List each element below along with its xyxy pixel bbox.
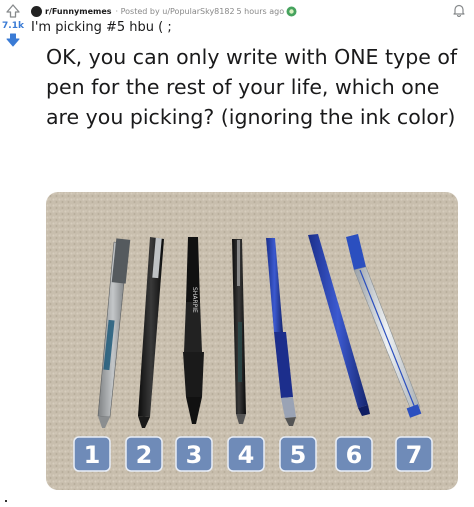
downvote-icon[interactable]: [6, 33, 20, 47]
vote-score: 7.1k: [2, 21, 24, 31]
svg-text:SHARPIE: SHARPIE: [191, 287, 198, 313]
vote-column: 7.1k: [0, 0, 26, 47]
award-icon: [286, 6, 297, 16]
pen-number-label: 2: [136, 441, 153, 469]
pen-number-badge-3: 3: [175, 436, 213, 472]
pens-photo: SHARPIE 1 2 3 4 5 6 7: [46, 192, 458, 490]
posted-by[interactable]: · Posted by u/PopularSky8182: [116, 7, 235, 16]
pen-number-badge-7: 7: [395, 436, 433, 472]
pen-number-label: 6: [346, 441, 363, 469]
pen-number-badge-4: 4: [227, 436, 265, 472]
post-meta: r/Funnymemes · Posted by u/PopularSky818…: [31, 4, 297, 18]
pen-number-label: 3: [186, 441, 203, 469]
upvote-icon[interactable]: [6, 4, 20, 18]
subreddit-link[interactable]: r/Funnymemes: [45, 7, 112, 16]
pen-number-label: 1: [84, 441, 101, 469]
notification-bell-icon[interactable]: [452, 3, 466, 17]
pen-number-badge-2: 2: [125, 436, 163, 472]
meme-caption: OK, you can only write with ONE type of …: [46, 45, 458, 129]
pen-number-label: 7: [406, 441, 423, 469]
post-image[interactable]: SHARPIE 1 2 3 4 5 6 7: [46, 192, 458, 490]
pen-number-badge-6: 6: [335, 436, 373, 472]
post-time: 5 hours ago: [236, 6, 285, 16]
bottom-dot: [5, 500, 7, 502]
pen-number-badge-1: 1: [73, 436, 111, 472]
subreddit-avatar[interactable]: [31, 5, 42, 17]
pen-number-badge-5: 5: [279, 436, 317, 472]
pen-number-label: 5: [290, 441, 307, 469]
pen-number-label: 4: [238, 441, 255, 469]
post-title[interactable]: I'm picking #5 hbu ( ;: [31, 20, 172, 35]
